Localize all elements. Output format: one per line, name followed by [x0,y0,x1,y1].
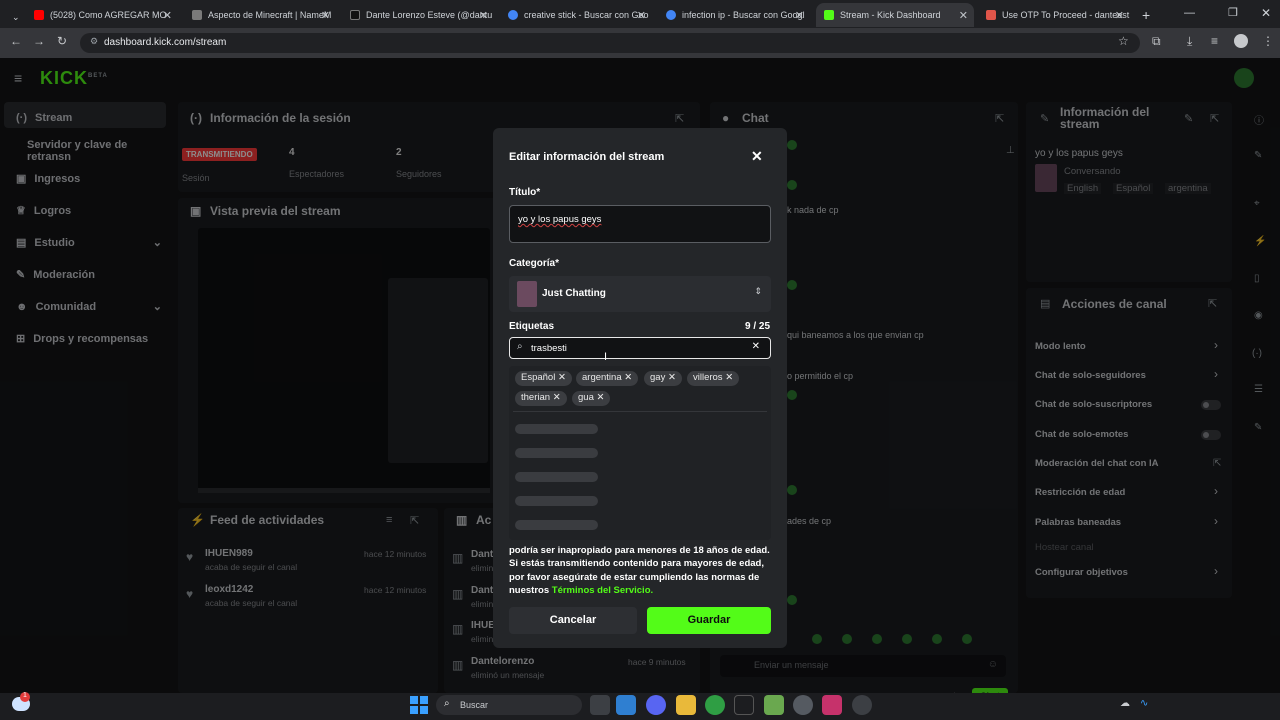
namemc-icon [192,10,202,20]
remove-tag-icon[interactable]: ✕ [668,372,676,383]
new-tab-plus-icon[interactable]: + [1134,4,1152,26]
select-arrows-icon: ⇕ [754,286,762,296]
back-icon[interactable]: ← [10,34,22,48]
remove-tag-icon[interactable]: ✕ [553,392,561,403]
divider [513,411,767,412]
site-info-icon[interactable]: ⚙ [90,36,98,47]
obs-icon[interactable] [852,695,872,715]
windows-start-icon[interactable] [410,696,428,714]
loading-skeleton [515,448,598,458]
close-tab-icon[interactable]: ✕ [637,9,646,22]
forward-icon[interactable]: → [33,34,45,48]
tab-otp[interactable]: Use OTP To Proceed - danteest ✕ [978,4,1130,26]
minimize-icon[interactable]: — [1184,7,1195,19]
title-input[interactable]: yo y los papus geys [509,205,771,243]
tab-google-1[interactable]: creative stick - Buscar con Goo ✕ [500,4,652,26]
category-select[interactable]: Just Chatting ⇕ [509,276,771,312]
discord-icon[interactable] [646,695,666,715]
minecraft-icon[interactable] [764,695,784,715]
url-input[interactable]: dashboard.kick.com/stream [80,33,1140,53]
kick-icon [824,10,834,20]
chrome-icon[interactable] [705,695,725,715]
tab-tiktok[interactable]: Dante Lorenzo Esteve (@dantu ✕ [342,4,494,26]
tags-search-input[interactable]: ⌕ trasbesti ✕ [509,337,771,359]
text-cursor-icon: I [604,351,608,363]
tag-chip[interactable]: villeros ✕ [687,371,740,386]
tags-count: 9 / 25 [745,321,771,332]
remove-tag-icon[interactable]: ✕ [725,372,733,383]
tag-chip[interactable]: Español ✕ [515,371,572,386]
modal-title: Editar información del stream [509,151,665,163]
task-view-icon[interactable] [590,695,610,715]
mail-icon [986,10,996,20]
remove-tag-icon[interactable]: ✕ [624,372,632,383]
terms-link[interactable]: Términos del Servicio. [552,585,653,596]
tiktok-icon [350,10,360,20]
tab-search-button[interactable]: ⌄ [4,6,22,28]
title-label: Título* [509,187,541,198]
menu-kebab-icon[interactable]: ⋮ [1262,34,1274,48]
notification-badge: 1 [20,692,30,702]
close-tab-icon[interactable]: ✕ [163,9,172,22]
profile-avatar[interactable] [1234,34,1248,48]
tag-chip[interactable]: gua ✕ [572,391,611,406]
edge-icon[interactable] [616,695,636,715]
system-tray-icon[interactable]: ☁ [1120,698,1130,709]
close-tab-icon[interactable]: ✕ [1115,9,1124,22]
category-label: Categoría* [509,258,560,269]
loading-skeleton [515,496,598,506]
close-icon[interactable]: ✕ [751,148,763,165]
close-tab-icon[interactable]: ✕ [795,9,804,22]
taskbar-search[interactable]: ⌕ Buscar [436,695,582,715]
save-button[interactable]: Guardar [647,607,771,634]
search-icon: ⌕ [444,698,450,709]
tab-strip: ⌄ (5028) Como AGREGAR MO ✕ Aspecto de Min… [0,0,1280,28]
tab-youtube[interactable]: (5028) Como AGREGAR MO ✕ [26,4,178,26]
settings-icon[interactable] [793,695,813,715]
capture-app-icon[interactable] [822,695,842,715]
tag-chip[interactable]: therian ✕ [515,391,567,406]
clear-icon[interactable]: ✕ [752,341,760,352]
youtube-icon [34,10,44,20]
loading-skeleton [515,424,598,434]
windows-taskbar [0,693,1280,720]
loading-skeleton [515,520,598,530]
extensions-icon[interactable]: ⧉ [1152,34,1161,49]
age-disclaimer: podría ser inapropiado para menores de 1… [509,545,770,596]
maximize-icon[interactable]: ❐ [1228,6,1238,19]
cancel-button[interactable]: Cancelar [509,607,637,634]
google-icon [666,10,676,20]
loading-skeleton [515,472,598,482]
bluetooth-icon[interactable]: ∿ [1140,698,1148,709]
remove-tag-icon[interactable]: ✕ [558,372,566,383]
tag-chip[interactable]: gay ✕ [644,371,682,386]
reload-icon[interactable]: ↻ [57,34,67,48]
download-icon[interactable]: ⤓ [1187,34,1192,49]
category-thumbnail [517,281,537,307]
tags-label: Etiquetas [509,321,555,332]
remove-tag-icon[interactable]: ✕ [597,392,605,403]
mail-app-icon[interactable] [734,695,754,715]
tab-kick-dashboard[interactable]: Stream - Kick Dashboard ✕ [816,3,974,27]
google-icon [508,10,518,20]
tag-chip[interactable]: argentina ✕ [576,371,639,386]
close-tab-icon[interactable]: ✕ [959,9,968,22]
bookmark-star-icon[interactable]: ☆ [1118,34,1129,48]
close-tab-icon[interactable]: ✕ [321,9,330,22]
tab-namemc[interactable]: Aspecto de Minecraft | NameM ✕ [184,4,336,26]
tab-google-2[interactable]: infection ip - Buscar con Googl ✕ [658,4,810,26]
search-icon: ⌕ [517,341,523,352]
file-explorer-icon[interactable] [676,695,696,715]
close-tab-icon[interactable]: ✕ [479,9,488,22]
close-window-icon[interactable]: ✕ [1261,6,1271,20]
media-icon[interactable]: ≡ [1211,34,1218,48]
